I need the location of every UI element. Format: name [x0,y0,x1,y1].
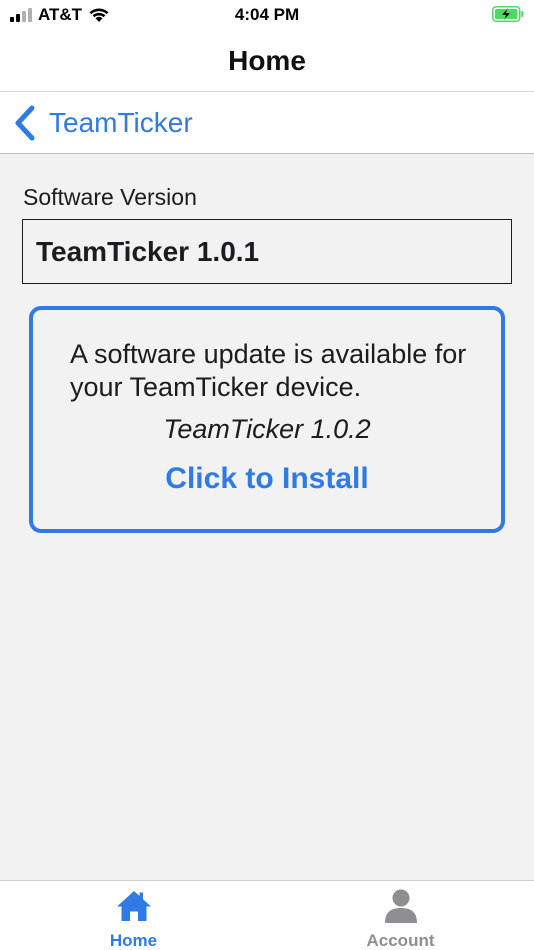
tab-home-label: Home [109,931,158,950]
home-icon [116,891,151,921]
install-update-button[interactable]: Click to Install [33,462,501,496]
update-available-card: A software update is available for your … [29,306,505,533]
status-time: 4:04 PM [234,5,300,24]
page-title: Home [228,44,306,76]
person-icon [384,889,417,923]
back-navigation-bar: TeamTicker [0,92,534,154]
update-version: TeamTicker 1.0.2 [163,414,371,444]
chevron-left-icon[interactable] [13,105,37,141]
status-bar: AT&T 4:04 PM [0,0,534,30]
battery-charging-icon [492,6,524,22]
tab-account[interactable]: Account [267,881,534,950]
update-message: A software update is available for your … [70,339,467,402]
tab-bar: Home Account [0,880,534,950]
software-version-label: Software Version [23,184,197,210]
tab-account-label: Account [366,931,435,950]
tab-home[interactable]: Home [0,881,267,950]
navigation-bar: Home [0,30,534,92]
software-version-field: TeamTicker 1.0.1 [22,219,512,284]
software-version-value: TeamTicker 1.0.1 [36,235,260,267]
back-button[interactable]: TeamTicker [49,107,193,139]
